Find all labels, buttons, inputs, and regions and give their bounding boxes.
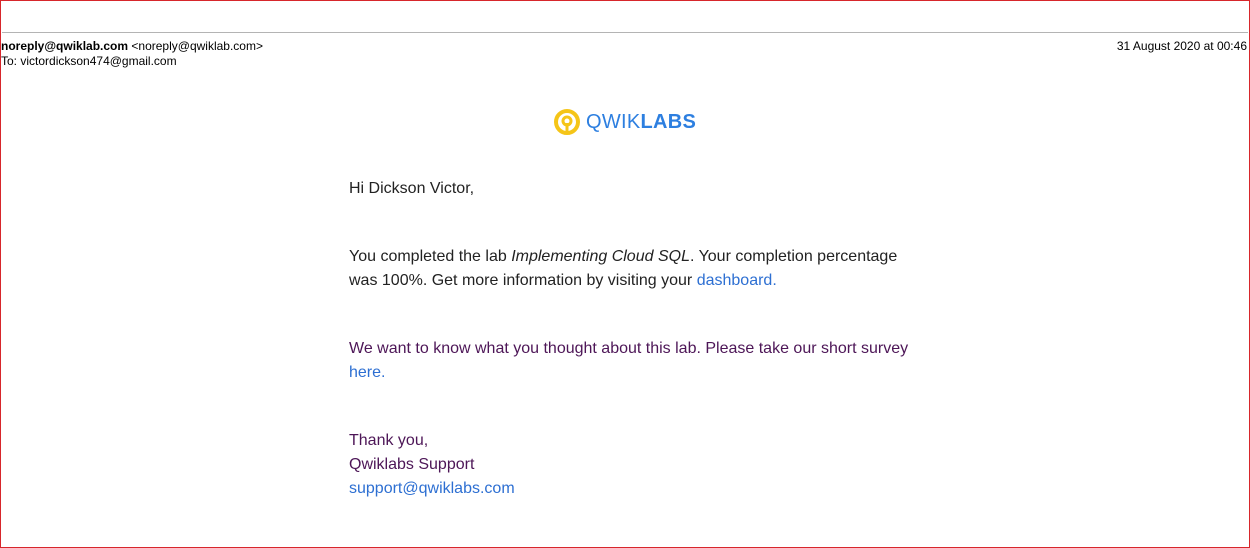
sender-name[interactable]: noreply@qwiklab.com — [1, 39, 128, 53]
from-line: noreply@qwiklab.com <noreply@qwiklab.com… — [1, 39, 1249, 54]
logo-wordmark: QWIKLABS — [586, 110, 697, 133]
recipient-address[interactable]: victordickson474@gmail.com — [20, 54, 176, 68]
email-header: noreply@qwiklab.com <noreply@qwiklab.com… — [1, 39, 1249, 69]
completion-paragraph: You completed the lab Implementing Cloud… — [349, 248, 898, 289]
lab-name: Implementing Cloud SQL — [511, 248, 690, 265]
to-label: To: — [1, 54, 18, 68]
thanks-text: Thank you, — [349, 432, 429, 449]
survey-paragraph: We want to know what you thought about t… — [349, 340, 909, 381]
support-email-link[interactable]: support@qwiklabs.com — [349, 480, 515, 497]
signature-text: Qwiklabs Support — [349, 456, 475, 473]
to-line: To: victordickson474@gmail.com — [1, 54, 1249, 69]
qwiklabs-logo-icon — [554, 109, 580, 135]
header-divider — [2, 32, 1248, 33]
dashboard-link[interactable]: dashboard. — [697, 272, 777, 289]
qwiklabs-logo: QWIKLABS — [553, 107, 696, 137]
email-date: 31 August 2020 at 00:46 — [1116, 39, 1247, 53]
email-frame: noreply@qwiklab.com <noreply@qwiklab.com… — [0, 0, 1250, 548]
email-body: Hi Dickson Victor, You completed the lab… — [349, 177, 909, 501]
greeting: Hi Dickson Victor, — [349, 180, 475, 197]
signoff: Thank you, Qwiklabs Support support@qwik… — [349, 429, 909, 501]
survey-link[interactable]: here. — [349, 364, 385, 381]
sender-address[interactable]: <noreply@qwiklab.com> — [131, 39, 263, 53]
